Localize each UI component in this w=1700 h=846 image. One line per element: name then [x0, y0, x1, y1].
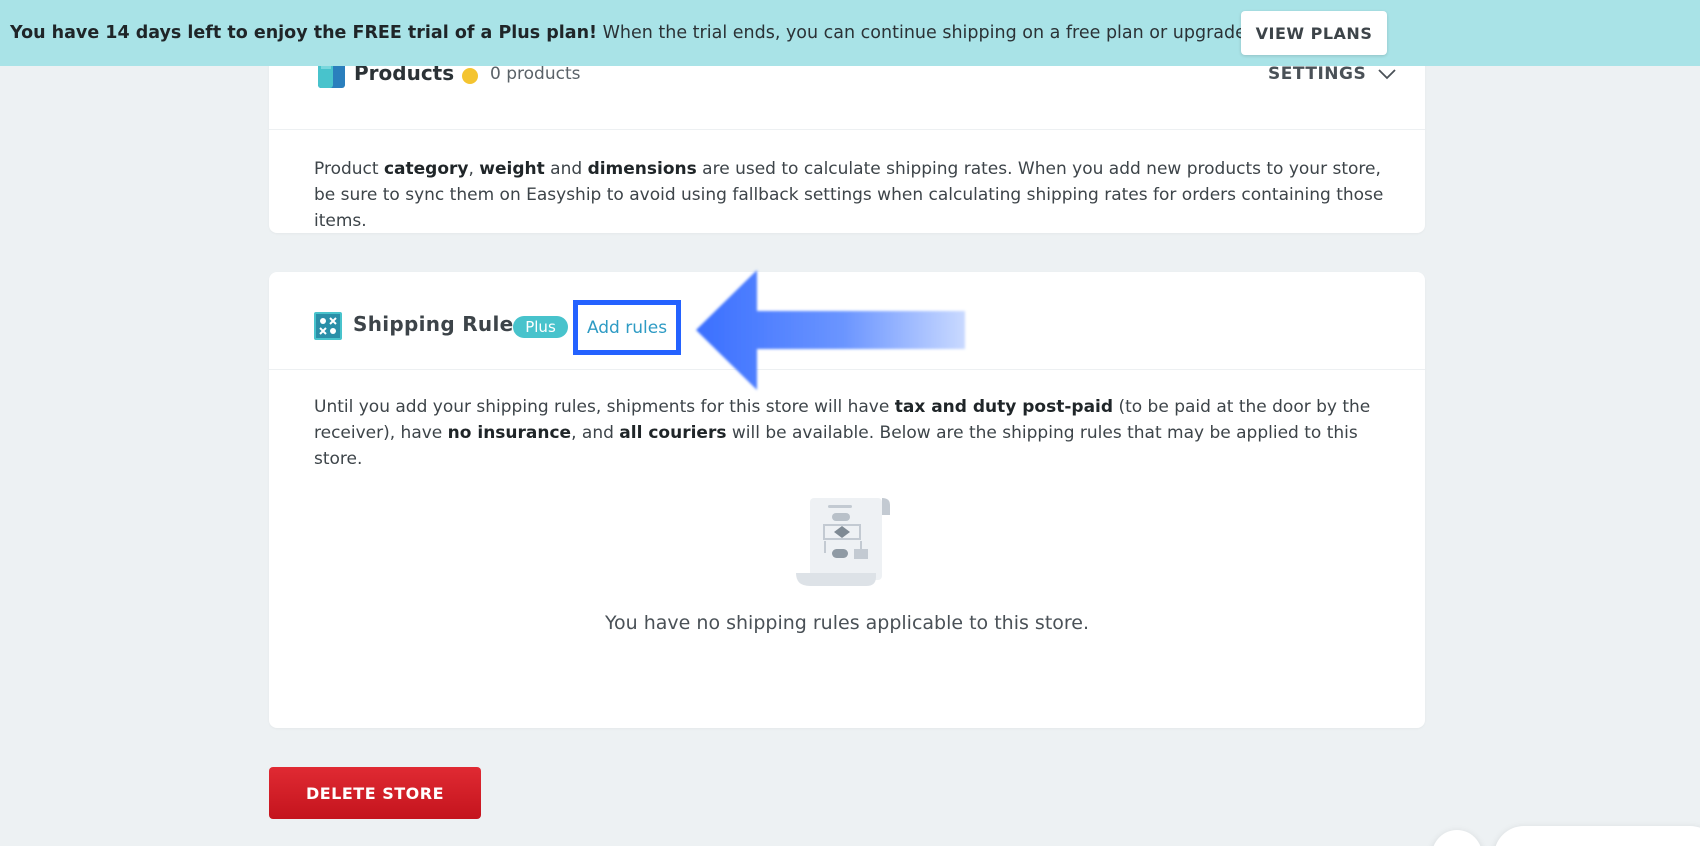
desc-bold: no insurance: [447, 423, 572, 443]
desc-bold: weight: [479, 159, 545, 179]
empty-rules-illustration: [796, 498, 890, 586]
delete-store-button[interactable]: DELETE STORE: [269, 767, 481, 819]
add-rules-link[interactable]: Add rules: [573, 300, 681, 355]
chat-widget[interactable]: [1494, 826, 1700, 846]
trial-banner-bold-text: You have 14 days left to enjoy the FREE …: [10, 23, 598, 43]
shipping-rules-title: Shipping Rules: [353, 312, 526, 336]
status-dot-icon: [462, 68, 478, 84]
arrow-left-icon: [696, 270, 965, 390]
plus-badge: Plus: [513, 316, 568, 338]
trial-banner: You have 14 days left to enjoy the FREE …: [0, 0, 1700, 66]
shipping-rules-card: Shipping Rules Plus Add rules Until you …: [269, 270, 1425, 728]
shipping-rules-description: Until you add your shipping rules, shipm…: [314, 394, 1384, 472]
trial-banner-message: You have 14 days left to enjoy the FREE …: [10, 23, 1378, 43]
desc-bold: category: [383, 159, 469, 179]
desc-text: and: [544, 159, 588, 179]
view-plans-button[interactable]: VIEW PLANS: [1241, 11, 1387, 55]
products-count: 0 products: [490, 64, 581, 84]
shipping-rules-header: Shipping Rules Plus Add rules: [269, 270, 1425, 390]
products-description: Product category, weight and dimensions …: [314, 156, 1384, 234]
chevron-down-icon: [1378, 69, 1396, 80]
shipping-rules-icon: [314, 312, 342, 340]
chat-close-button[interactable]: [1432, 830, 1482, 846]
desc-bold: all couriers: [619, 423, 727, 443]
box-icon: [318, 63, 345, 88]
desc-bold: tax and duty post-paid: [894, 397, 1114, 417]
desc-text: , and: [571, 423, 620, 443]
desc-text: ,: [468, 159, 480, 179]
desc-text: Product: [314, 159, 384, 179]
settings-label: SETTINGS: [1268, 64, 1367, 84]
desc-text: Until you add your shipping rules, shipm…: [314, 397, 895, 417]
empty-rules-message: You have no shipping rules applicable to…: [604, 612, 1090, 634]
desc-bold: dimensions: [587, 159, 697, 179]
settings-toggle[interactable]: SETTINGS: [1268, 64, 1396, 84]
